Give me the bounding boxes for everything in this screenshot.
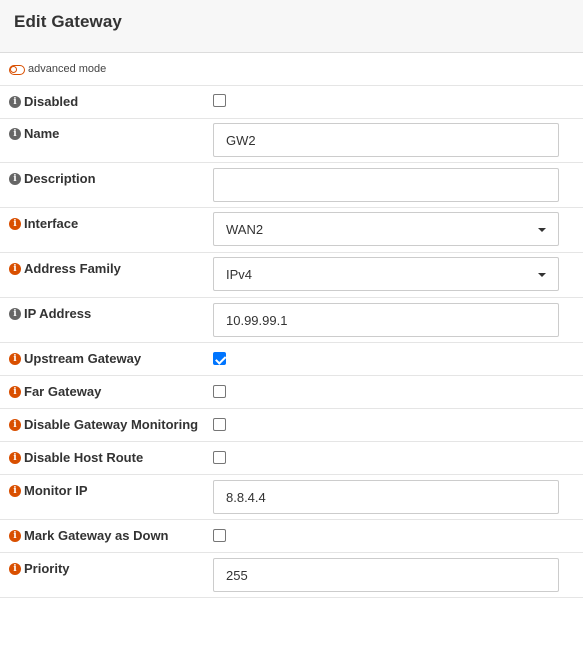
row-upstream-gateway: i Upstream Gateway (0, 343, 583, 376)
mark-down-checkbox[interactable] (213, 529, 226, 542)
address-family-selected-value: IPv4 (226, 267, 253, 282)
label-text: Description (24, 171, 96, 186)
label-priority: i Priority (9, 561, 70, 576)
row-name: i Name GW2 (0, 119, 583, 163)
description-input[interactable] (213, 168, 559, 202)
upstream-gateway-checkbox[interactable] (213, 352, 226, 365)
interface-selected-value: WAN2 (226, 222, 264, 237)
disable-monitoring-checkbox[interactable] (213, 418, 226, 431)
disable-host-route-checkbox[interactable] (213, 451, 226, 464)
label-text: Disable Gateway Monitoring (24, 417, 199, 432)
chevron-down-icon (538, 228, 546, 232)
label-disable-host-route: i Disable Host Route (9, 450, 143, 465)
label-text: Disable Host Route (24, 450, 144, 465)
label-disabled: i Disabled (9, 94, 78, 109)
label-text: Upstream Gateway (24, 351, 142, 366)
far-gateway-checkbox[interactable] (213, 385, 226, 398)
toggle-knob (10, 66, 17, 73)
info-circle-icon[interactable]: i (9, 352, 21, 365)
label-interface: i Interface (9, 216, 78, 231)
label-text: Monitor IP (24, 483, 88, 498)
row-description: i Description (0, 163, 583, 208)
row-disable-monitoring: i Disable Gateway Monitoring (0, 409, 583, 442)
label-text: Far Gateway (24, 384, 102, 399)
info-circle-icon[interactable]: i (9, 217, 21, 230)
row-address-family: i Address Family IPv4 (0, 253, 583, 298)
page-header: Edit Gateway (0, 0, 583, 53)
label-upstream-gateway: i Upstream Gateway (9, 351, 141, 366)
label-text: Address Family (24, 261, 121, 276)
disabled-checkbox[interactable] (213, 94, 226, 107)
advanced-mode-label: advanced mode (28, 63, 107, 75)
label-mark-down: i Mark Gateway as Down (9, 528, 169, 543)
advanced-mode-row: advanced mode (0, 53, 583, 86)
info-circle-icon[interactable]: i (9, 172, 21, 185)
advanced-mode-toggle[interactable] (9, 65, 25, 75)
chevron-down-icon (538, 273, 546, 277)
monitor-ip-input[interactable]: 8.8.4.4 (213, 480, 559, 514)
info-circle-icon[interactable]: i (9, 127, 21, 140)
label-text: IP Address (24, 306, 92, 321)
address-family-select[interactable]: IPv4 (213, 257, 559, 291)
label-name: i Name (9, 126, 59, 141)
info-circle-icon[interactable]: i (9, 562, 21, 575)
label-description: i Description (9, 171, 96, 186)
label-text: Name (24, 126, 60, 141)
label-disable-monitoring: i Disable Gateway Monitoring (9, 417, 198, 432)
page-title: Edit Gateway (14, 12, 122, 31)
label-text: Disabled (24, 94, 79, 109)
row-disable-host-route: i Disable Host Route (0, 442, 583, 475)
priority-input[interactable]: 255 (213, 558, 559, 592)
info-circle-icon[interactable]: i (9, 484, 21, 497)
info-circle-icon[interactable]: i (9, 262, 21, 275)
label-text: Interface (24, 216, 79, 231)
label-far-gateway: i Far Gateway (9, 384, 101, 399)
info-circle-icon[interactable]: i (9, 307, 21, 320)
label-text: Mark Gateway as Down (24, 528, 169, 543)
label-ip-address: i IP Address (9, 306, 91, 321)
info-circle-icon[interactable]: i (9, 418, 21, 431)
interface-select[interactable]: WAN2 (213, 212, 559, 246)
label-monitor-ip: i Monitor IP (9, 483, 88, 498)
row-mark-down: i Mark Gateway as Down (0, 520, 583, 553)
name-input[interactable]: GW2 (213, 123, 559, 157)
info-circle-icon[interactable]: i (9, 385, 21, 398)
row-ip-address: i IP Address 10.99.99.1 (0, 298, 583, 343)
info-circle-icon[interactable]: i (9, 451, 21, 464)
row-interface: i Interface WAN2 (0, 208, 583, 253)
row-monitor-ip: i Monitor IP 8.8.4.4 (0, 475, 583, 520)
row-far-gateway: i Far Gateway (0, 376, 583, 409)
row-priority: i Priority 255 (0, 553, 583, 598)
ip-address-input[interactable]: 10.99.99.1 (213, 303, 559, 337)
info-circle-icon[interactable]: i (9, 529, 21, 542)
label-text: Priority (24, 561, 70, 576)
row-disabled: i Disabled (0, 86, 583, 119)
info-circle-icon[interactable]: i (9, 95, 21, 108)
label-address-family: i Address Family (9, 261, 121, 276)
